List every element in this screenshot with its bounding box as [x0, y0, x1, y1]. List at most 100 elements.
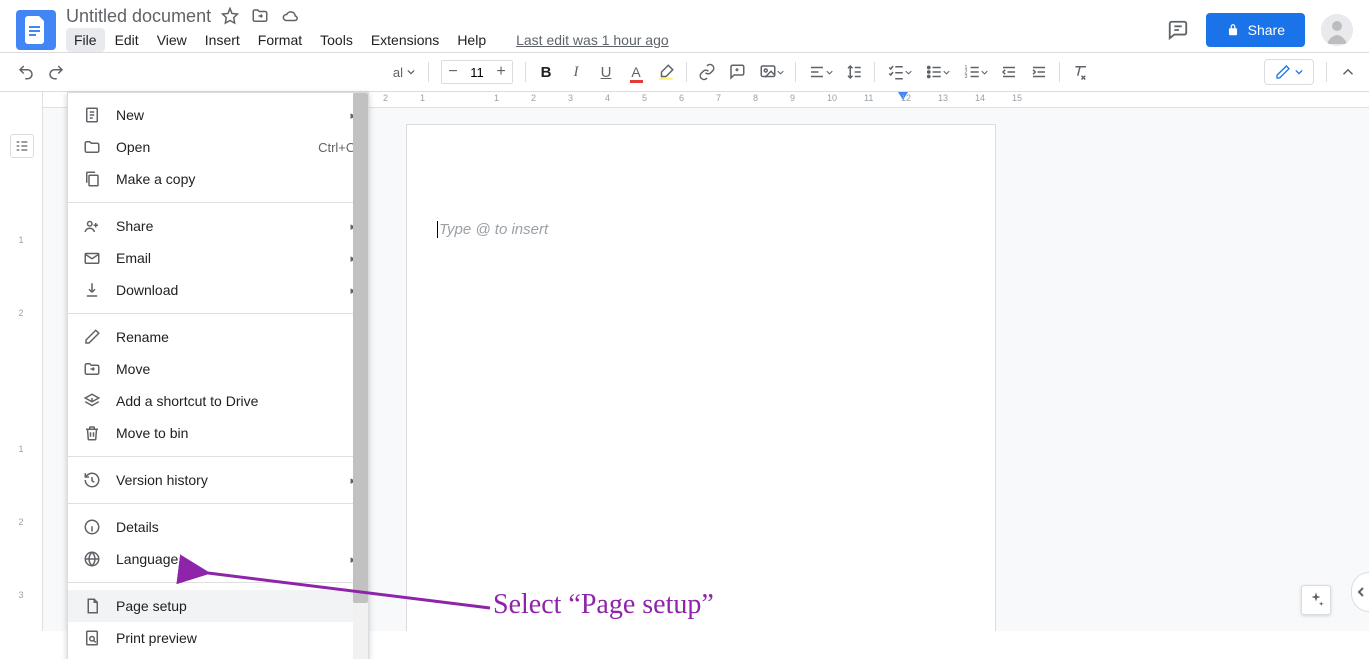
dropdown-scrollbar[interactable] [353, 93, 368, 659]
preview-icon [82, 628, 102, 648]
menu-item-label: Open [116, 139, 304, 155]
side-panel-handle[interactable] [1351, 572, 1369, 612]
menu-item-label: Make a copy [116, 171, 356, 187]
menu-item-open[interactable]: OpenCtrl+O [68, 131, 368, 163]
menu-view[interactable]: View [149, 28, 195, 52]
menu-item-label: New [116, 107, 336, 123]
checklist-button[interactable] [881, 58, 917, 86]
lock-icon [1226, 23, 1240, 37]
page-icon [82, 596, 102, 616]
underline-button[interactable]: U [592, 58, 620, 86]
comment-button[interactable] [723, 58, 751, 86]
outdent-button[interactable] [995, 58, 1023, 86]
menu-edit[interactable]: Edit [107, 28, 147, 52]
menu-item-details[interactable]: Details [68, 511, 368, 543]
font-size-value[interactable]: 11 [464, 65, 490, 80]
comments-button[interactable] [1166, 18, 1190, 42]
menu-item-download[interactable]: Download▸ [68, 274, 368, 306]
cloud-status-icon[interactable] [281, 7, 299, 25]
menu-item-move-to-bin[interactable]: Move to bin [68, 417, 368, 449]
copy-icon [82, 169, 102, 189]
bin-icon [82, 423, 102, 443]
line-spacing-button[interactable] [840, 58, 868, 86]
folder-icon [82, 137, 102, 157]
document-page[interactable]: Type @ to insert [406, 124, 996, 631]
chevron-down-icon [943, 69, 950, 76]
undo-button[interactable] [12, 58, 40, 86]
menu-item-label: Email [116, 250, 336, 266]
title-area: Untitled document File Edit View Insert … [66, 3, 1166, 57]
share-icon [82, 216, 102, 236]
redo-button[interactable] [42, 58, 70, 86]
user-avatar[interactable] [1321, 14, 1353, 46]
menu-item-print-preview[interactable]: Print preview [68, 622, 368, 654]
menu-item-new[interactable]: New▸ [68, 99, 368, 131]
numbered-list-button[interactable]: 123 [957, 58, 993, 86]
rename-icon [82, 327, 102, 347]
menu-item-label: Language [116, 551, 336, 567]
bold-button[interactable]: B [532, 58, 560, 86]
menu-insert[interactable]: Insert [197, 28, 248, 52]
clear-formatting-button[interactable] [1066, 58, 1094, 86]
chevron-down-icon [407, 68, 415, 76]
docs-logo[interactable] [16, 10, 56, 50]
explore-button[interactable] [1301, 585, 1331, 615]
file-dropdown-menu: New▸OpenCtrl+O Make a copy Share▸Email▸Dow… [67, 92, 369, 659]
editing-mode-button[interactable] [1264, 59, 1314, 85]
menu-item-label: Rename [116, 329, 356, 345]
move-icon [82, 359, 102, 379]
font-size-decrease[interactable]: − [442, 61, 464, 83]
font-size-increase[interactable]: + [490, 61, 512, 83]
menu-help[interactable]: Help [449, 28, 494, 52]
doc-title[interactable]: Untitled document [66, 6, 211, 27]
text-color-button[interactable]: A [622, 58, 650, 86]
chevron-down-icon [1295, 68, 1303, 76]
menu-item-add-a-shortcut-to-drive[interactable]: Add a shortcut to Drive [68, 385, 368, 417]
font-family-select[interactable]: al [374, 60, 422, 84]
toolbar: al − 11 + B I U A 123 [0, 52, 1369, 92]
menu-extensions[interactable]: Extensions [363, 28, 447, 52]
vertical-ruler: 121234567 [0, 92, 43, 631]
menu-item-label: Add a shortcut to Drive [116, 393, 356, 409]
menu-item-share[interactable]: Share▸ [68, 210, 368, 242]
italic-button[interactable]: I [562, 58, 590, 86]
menu-format[interactable]: Format [250, 28, 310, 52]
content-area: 121234567 21123456789101112131415 Type @… [0, 92, 1369, 631]
menu-separator [68, 582, 368, 583]
email-icon [82, 248, 102, 268]
menu-item-move[interactable]: Move [68, 353, 368, 385]
menu-separator [68, 202, 368, 203]
menu-item-make-a-copy[interactable]: Make a copy [68, 163, 368, 195]
font-size-control: − 11 + [441, 60, 513, 84]
menu-item-label: Details [116, 519, 356, 535]
menu-item-language[interactable]: Language▸ [68, 543, 368, 575]
outline-button[interactable] [10, 134, 34, 158]
move-to-folder-icon[interactable] [251, 7, 269, 25]
menu-item-email[interactable]: Email▸ [68, 242, 368, 274]
menu-item-label: Move to bin [116, 425, 356, 441]
svg-text:3: 3 [964, 74, 967, 80]
download-icon [82, 280, 102, 300]
align-button[interactable] [802, 58, 838, 86]
menu-item-page-setup[interactable]: Page setup [68, 590, 368, 622]
chevron-down-icon [981, 69, 988, 76]
menu-separator [68, 503, 368, 504]
star-icon[interactable] [221, 7, 239, 25]
link-button[interactable] [693, 58, 721, 86]
indent-button[interactable] [1025, 58, 1053, 86]
menu-file[interactable]: File [66, 28, 105, 52]
menu-separator [68, 313, 368, 314]
menu-item-label: Page setup [116, 598, 356, 614]
text-cursor [437, 221, 438, 238]
menu-tools[interactable]: Tools [312, 28, 361, 52]
collapse-menu-button[interactable] [1339, 63, 1357, 81]
insert-placeholder: Type @ to insert [439, 221, 548, 238]
last-edit-link[interactable]: Last edit was 1 hour ago [516, 32, 669, 48]
menu-item-rename[interactable]: Rename [68, 321, 368, 353]
menu-item-version-history[interactable]: Version history▸ [68, 464, 368, 496]
image-button[interactable] [753, 58, 789, 86]
menu-item-label: Print preview [116, 630, 356, 646]
bullet-list-button[interactable] [919, 58, 955, 86]
highlight-color-button[interactable] [652, 58, 680, 86]
share-button[interactable]: Share [1206, 13, 1305, 47]
